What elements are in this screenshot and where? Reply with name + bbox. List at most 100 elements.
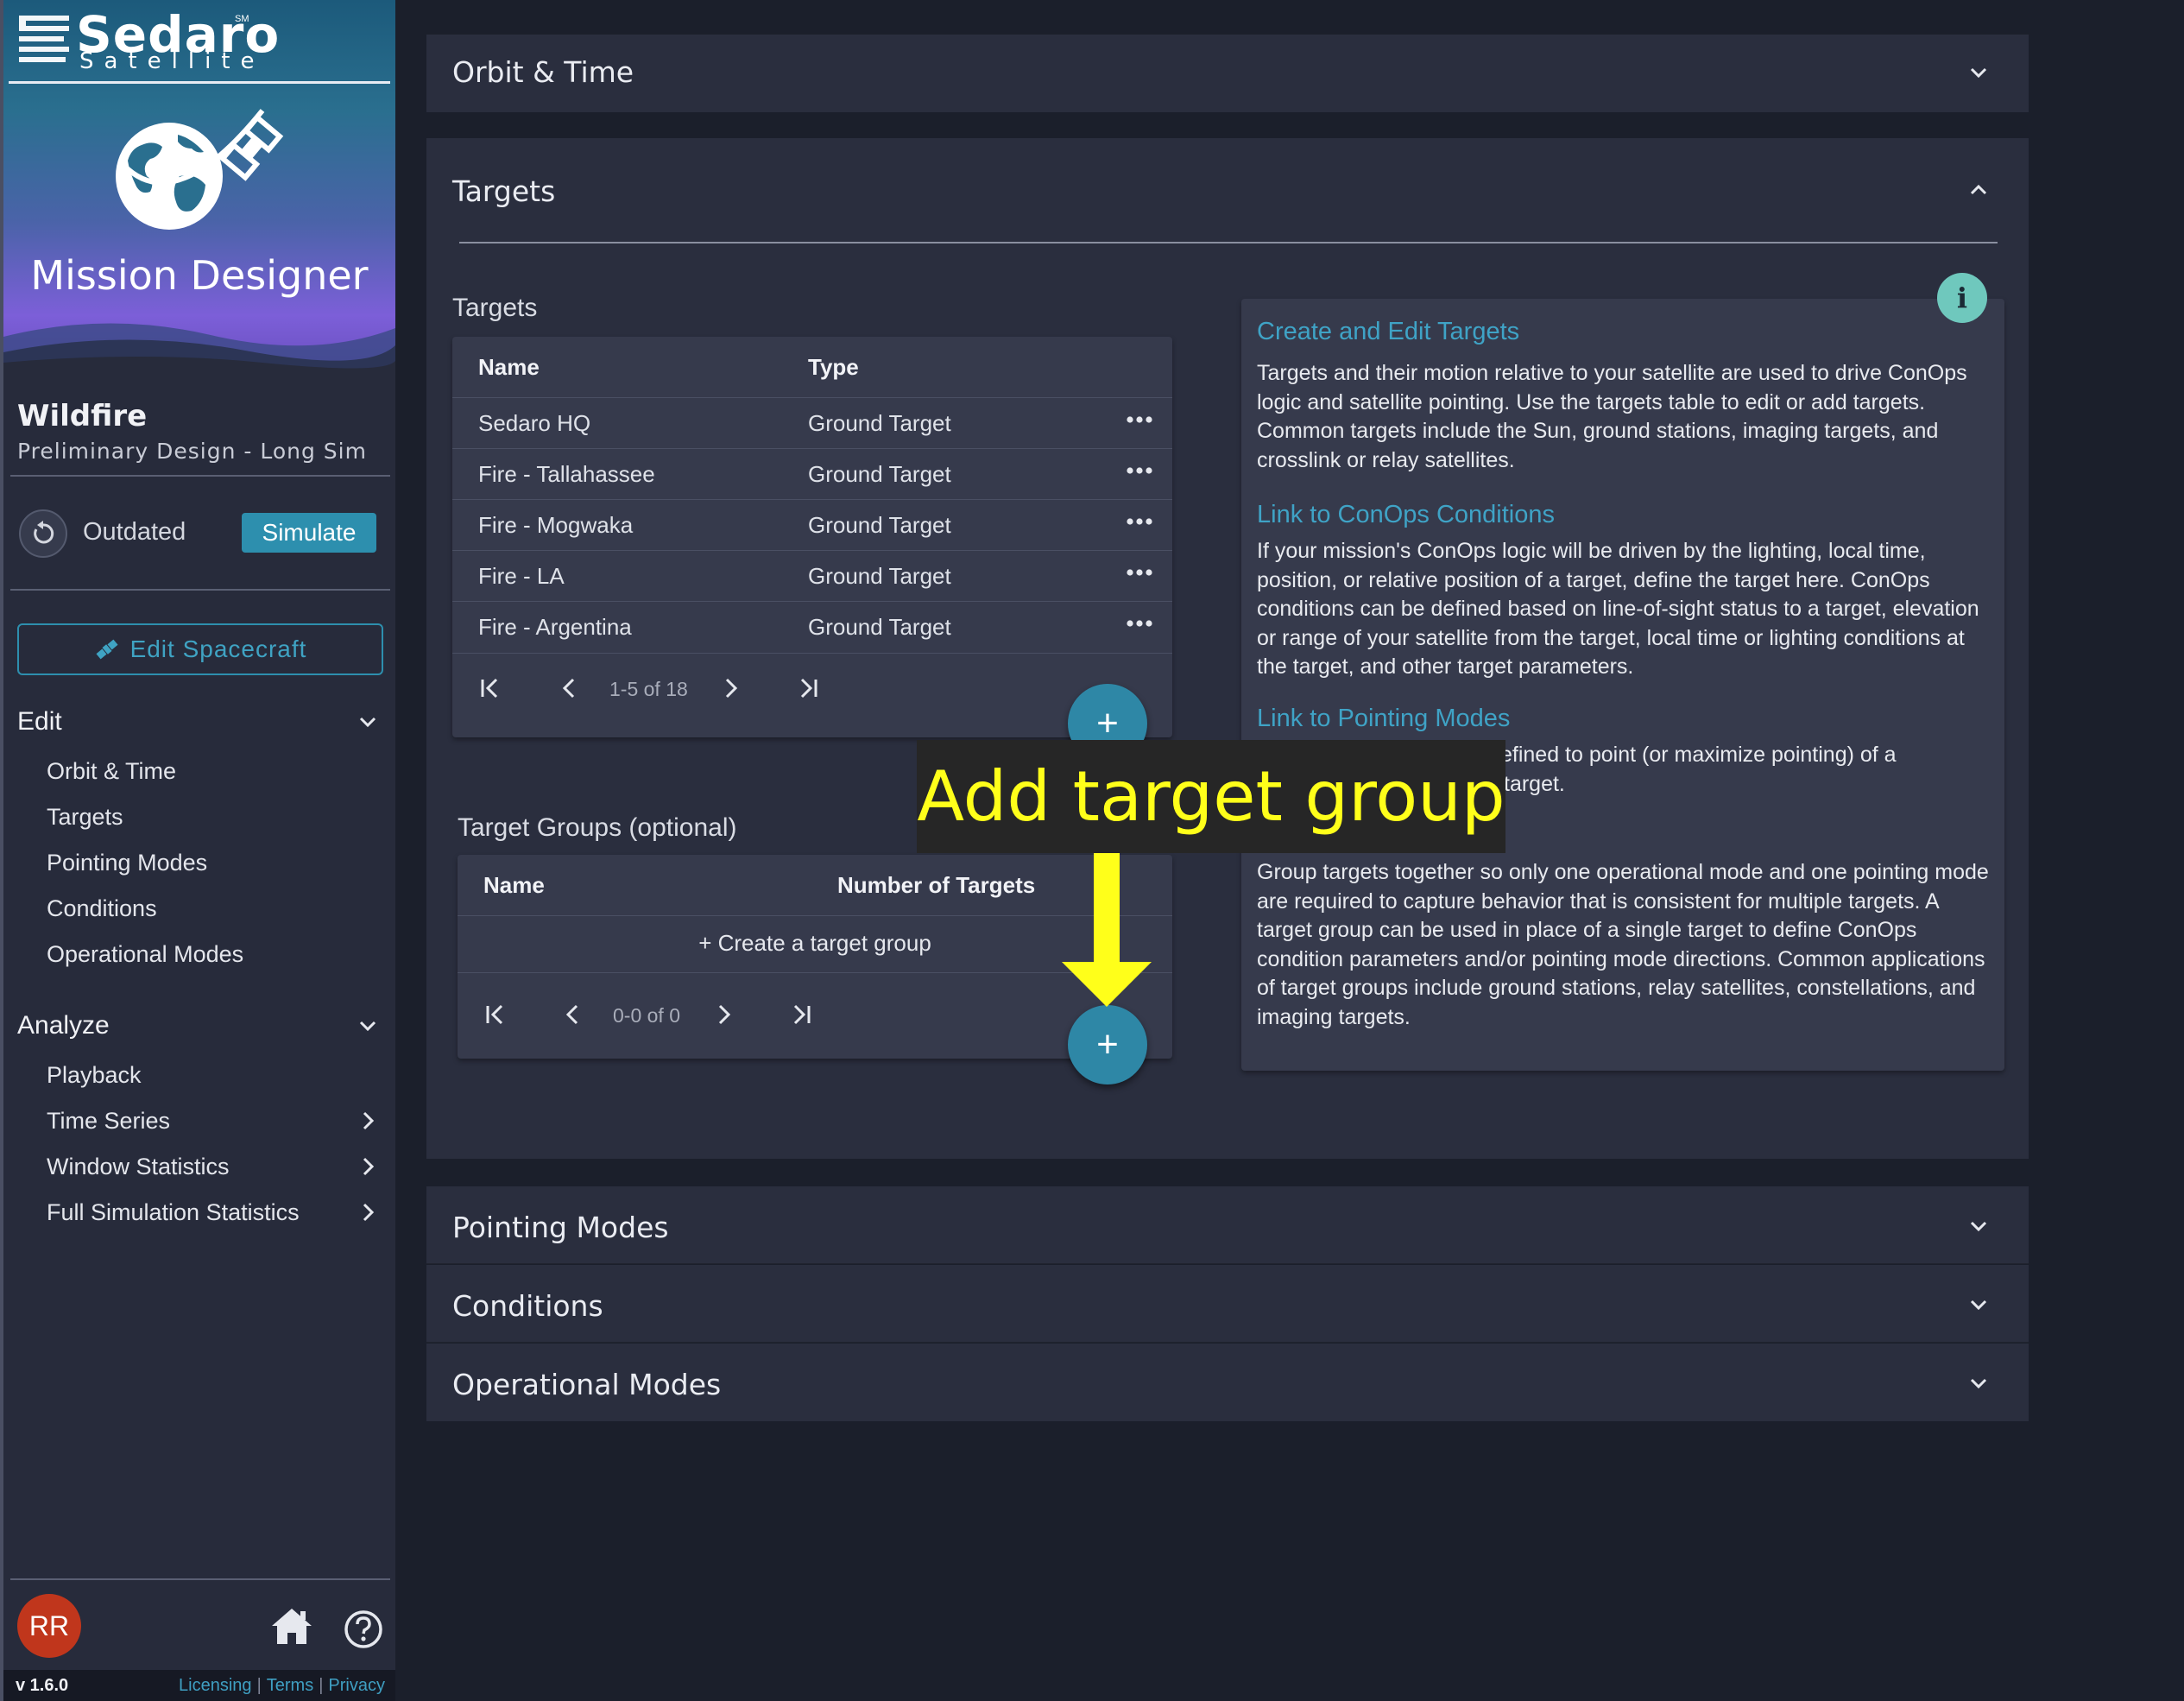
column-header-name[interactable]: Name [483,872,545,899]
nav-section-edit[interactable]: Edit [17,705,380,739]
panel-title: Pointing Modes [452,1211,669,1244]
target-name: Sedaro HQ [478,410,591,436]
chevron-down-icon [1970,1221,1987,1232]
edit-spacecraft-button[interactable]: Edit Spacecraft [17,623,383,675]
chevron-down-icon [1970,1299,1987,1311]
chevron-right-icon [363,1111,375,1130]
sidebar-item-label: Playback [47,1061,142,1088]
column-header-name[interactable]: Name [478,354,540,381]
panel-orbit-time[interactable]: Orbit & Time [426,35,2029,112]
brand-header: Sedaro Satellite SM Mission Designer [3,0,395,371]
target-type: Ground Target [808,410,951,436]
add-target-group-button[interactable]: + [1068,1005,1147,1084]
table-row[interactable]: Fire - Tallahassee Ground Target [452,448,1172,499]
first-page-icon[interactable] [482,1001,509,1028]
last-page-icon[interactable] [787,1001,815,1028]
table-row[interactable]: Sedaro HQ Ground Target [452,397,1172,448]
satellite-icon [96,639,118,660]
chevron-down-icon [1970,1378,1987,1389]
sidebar-divider [10,589,390,591]
sidebar-divider [10,475,390,477]
column-header-type[interactable]: Type [808,354,859,381]
sidebar-item-operational-modes[interactable]: Operational Modes [47,937,380,971]
sidebar-footer: v 1.6.0 Licensing | Terms | Privacy [3,1670,395,1701]
help-title-conops-link[interactable]: Link to ConOps Conditions [1257,501,1555,529]
info-icon[interactable]: i [1937,273,1987,323]
sidebar-item-label: Targets [47,803,123,830]
more-horizontal-icon[interactable] [1124,458,1155,484]
sidebar-item-full-simulation-statistics[interactable]: Full Simulation Statistics [47,1195,380,1230]
panel-operational-modes[interactable]: Operational Modes [426,1344,2029,1421]
first-page-icon[interactable] [477,674,504,702]
chevron-right-icon [363,1203,375,1222]
sidebar-item-targets[interactable]: Targets [47,800,380,834]
sidebar-item-label: Operational Modes [47,940,244,967]
plus-icon: + [1096,702,1119,744]
help-body-pointing-line1: efined to point (or maximize pointing) o… [1500,743,1897,767]
target-name: Fire - Mogwaka [478,512,634,538]
nav-section-label: Analyze [17,1011,110,1040]
help-body-pointing-line2: target. [1504,772,1565,796]
more-horizontal-icon[interactable] [1124,610,1155,636]
sidebar-item-window-statistics[interactable]: Window Statistics [47,1149,380,1184]
refresh-button[interactable] [19,509,67,558]
help-icon[interactable] [344,1609,383,1649]
simulate-button[interactable]: Simulate [242,513,376,553]
plus-icon: + [1096,1023,1119,1065]
previous-page-icon[interactable] [559,1001,587,1028]
nav-section-analyze[interactable]: Analyze [17,1009,380,1043]
sidebar-divider [10,1578,390,1580]
sidebar-item-conditions[interactable]: Conditions [47,891,380,926]
annotation-arrow-icon [1062,853,1152,1007]
globe-satellite-icon [116,109,284,230]
edit-spacecraft-label: Edit Spacecraft [129,636,307,662]
sidebar-item-label: Orbit & Time [47,757,177,784]
licensing-link[interactable]: Licensing [179,1676,252,1695]
sidebar-item-time-series[interactable]: Time Series [47,1103,380,1138]
last-page-icon[interactable] [794,674,822,702]
table-row[interactable]: Fire - Argentina Ground Target [452,601,1172,652]
chevron-up-icon[interactable] [1966,178,1991,202]
targets-pagination: 1-5 of 18 [452,653,1172,722]
panel-pointing-modes[interactable]: Pointing Modes [426,1186,2029,1264]
column-header-number-of-targets[interactable]: Number of Targets [837,872,1035,899]
target-groups-label: Target Groups (optional) [458,813,737,842]
sidebar-item-label: Full Simulation Statistics [47,1198,300,1225]
target-name: Fire - LA [478,563,565,589]
panel-title[interactable]: Targets [452,174,555,208]
simulation-status: Outdated [83,518,186,546]
sidebar-item-pointing-modes[interactable]: Pointing Modes [47,845,380,880]
project-subtitle: Preliminary Design - Long Sim [17,439,367,464]
sidebar-item-label: Pointing Modes [47,849,208,876]
target-name: Fire - Tallahassee [478,461,655,487]
next-page-icon[interactable] [710,1001,737,1028]
help-body-conops: If your mission's ConOps logic will be d… [1257,539,1979,679]
privacy-link[interactable]: Privacy [328,1676,385,1695]
sidebar-item-label: Window Statistics [47,1153,230,1179]
project-name: Wildfire [17,399,148,433]
hills-decoration [3,323,395,371]
version-label: v 1.6.0 [16,1675,69,1695]
table-row[interactable]: Fire - Mogwaka Ground Target [452,499,1172,550]
more-horizontal-icon[interactable] [1124,407,1155,433]
help-title-create-edit: Create and Edit Targets [1257,318,1520,345]
targets-table: Name Type Sedaro HQ Ground Target Fire -… [452,337,1172,737]
more-horizontal-icon[interactable] [1124,560,1155,585]
more-horizontal-icon[interactable] [1124,509,1155,534]
footer-separator: | [319,1675,324,1695]
table-row[interactable]: Fire - LA Ground Target [452,550,1172,601]
next-page-icon[interactable] [716,674,744,702]
chevron-down-icon [1970,67,1987,79]
help-title-pointing-link[interactable]: Link to Pointing Modes [1257,705,1510,733]
avatar[interactable]: RR [17,1594,81,1658]
panel-conditions[interactable]: Conditions [426,1265,2029,1343]
targets-table-label: Targets [452,294,538,322]
previous-page-icon[interactable] [556,674,584,702]
panel-title: Conditions [452,1289,603,1323]
terms-link[interactable]: Terms [267,1676,313,1695]
sidebar-item-playback[interactable]: Playback [47,1058,380,1092]
home-icon[interactable] [269,1606,314,1646]
sedaro-logo-icon [19,16,69,62]
sidebar-item-orbit-time[interactable]: Orbit & Time [47,754,380,788]
panel-title: Operational Modes [452,1368,722,1401]
